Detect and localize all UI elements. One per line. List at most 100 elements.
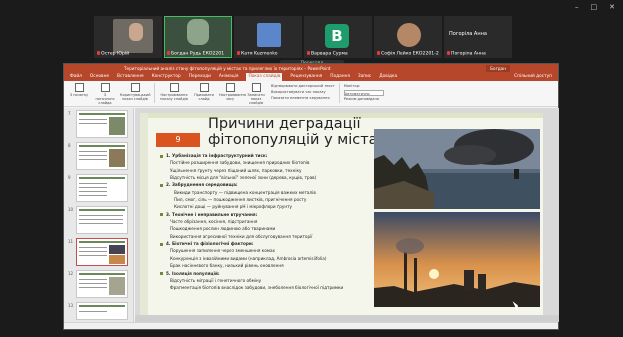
- slide-bullet-item: Відсутність міграції і генетичного обмін…: [160, 277, 370, 284]
- slide-thumbnail-pane: 7 8 9 10 11 12 13: [64, 108, 134, 322]
- monitor-group: Монітор: Автоматично Режим доповідача: [343, 83, 384, 104]
- record-label: Записати показ слайдів: [247, 93, 265, 105]
- participant-name: Софія Лейко ЕКО2201-2: [381, 51, 439, 56]
- from-start-button[interactable]: З початку: [68, 83, 90, 103]
- slide-bullet-item: Ущільнення ґрунту через піщаний шлях, па…: [160, 167, 370, 174]
- participant-tile[interactable]: Остер Юрій: [94, 16, 162, 58]
- slide-bullet-item: Кислотні дощі — руйнування рН і мікрофло…: [160, 203, 370, 210]
- bullet-icon: [160, 154, 163, 158]
- slide-thumbnail[interactable]: 9: [68, 174, 128, 202]
- play-current-icon: [100, 83, 110, 92]
- participant-tile[interactable]: В Варвара Сурма: [304, 16, 372, 58]
- slide-bullet-item: Часте обрізання, косіння, підстригання: [160, 218, 370, 225]
- from-start-label: З початку: [69, 93, 89, 97]
- play-icon: [74, 83, 84, 92]
- participant-tile[interactable]: Софія Лейко ЕКО2201-2: [374, 16, 442, 58]
- slide-line-text: Порушення запилення через зменшення кома…: [170, 248, 275, 254]
- tab-view[interactable]: Подання: [330, 73, 350, 81]
- rehearse-timings-button[interactable]: Настроювання часу: [219, 83, 246, 103]
- account-name[interactable]: Богдан: [486, 65, 510, 72]
- tab-slideshow[interactable]: Показ слайдів: [246, 73, 283, 81]
- hide-slide-label: Приховати слайд: [194, 93, 214, 101]
- slide-line-text: Відсутність міграції і генетичного обмін…: [170, 277, 262, 283]
- thumb-number: 12: [68, 271, 74, 276]
- timer-icon: [225, 83, 235, 92]
- participant-avatar: [397, 23, 421, 47]
- setup-icon: [169, 83, 179, 92]
- tab-home[interactable]: Основне: [90, 73, 109, 81]
- participant-tile[interactable]: Катя Kuzmenko: [234, 16, 302, 58]
- current-slide[interactable]: Причини деградації фітопопуляцій у міста…: [140, 113, 543, 315]
- participant-tile[interactable]: Погоріла Анна Погоріла Анна: [444, 16, 512, 58]
- thumb-number: 13: [68, 303, 74, 308]
- tab-insert[interactable]: Вставлення: [117, 73, 144, 81]
- playback-options: Відтворювати дикторський текст Використо…: [271, 83, 335, 104]
- slide-line-text: Брак насіннєвого банку, низький рівень о…: [170, 263, 284, 269]
- share-button[interactable]: Спільний доступ: [514, 73, 552, 81]
- slide-editing-canvas: Причини деградації фітопопуляцій у міста…: [135, 108, 559, 322]
- slide-bullet-item: Викиди транспорту — підвищена концентрац…: [160, 189, 370, 196]
- status-bar: [64, 322, 558, 329]
- participant-face: [187, 19, 209, 45]
- participant-name: Богдан Рудь ЕКО2201: [171, 51, 225, 56]
- minimize-button[interactable]: –: [575, 3, 579, 11]
- thumb-number: 10: [68, 207, 74, 212]
- slide-line-text: Пил, смог, сіль — пошкодження листків, п…: [174, 197, 307, 203]
- slide-line-text: 4. Біотичні та фізіологічні фактори:: [166, 241, 254, 247]
- participant-name: Варвара Сурма: [311, 51, 348, 56]
- bullet-icon: [160, 242, 163, 246]
- bullet-icon: [160, 183, 163, 187]
- bullet-icon: [160, 213, 163, 217]
- slide-thumbnail-selected[interactable]: 11: [68, 238, 128, 266]
- window-controls: – □ ✕: [575, 3, 615, 11]
- slide-line-text: Конкуренція з інвазійними видами (наприк…: [170, 255, 327, 261]
- setup-label: Настроювання показу слайдів: [160, 93, 188, 101]
- tab-record[interactable]: Запис: [358, 73, 371, 81]
- participant-tile-active-speaker[interactable]: Богдан Рудь ЕКО2201: [164, 16, 232, 58]
- participant-face: [129, 23, 143, 41]
- participant-name: Остер Юрій: [101, 51, 130, 56]
- slide-thumbnail[interactable]: 10: [68, 206, 128, 234]
- slide-line-text: Відсутність місця для "вільної" зеленої …: [170, 175, 317, 181]
- maximize-button[interactable]: □: [591, 3, 598, 11]
- participant-avatar: [257, 23, 281, 47]
- slide-line-text: 1. Урбанізація та інфраструктурний тиск:: [166, 153, 268, 158]
- tab-file[interactable]: Файл: [70, 73, 82, 81]
- slide-bullet-item: Брак насіннєвого банку, низький рівень о…: [160, 262, 370, 269]
- setup-show-button[interactable]: Настроювання показу слайдів: [159, 83, 189, 103]
- slide-section-heading: 2. Забруднення середовища:: [160, 181, 370, 188]
- slide-line-text: Викиди транспорту — підвищена концентрац…: [174, 189, 316, 195]
- slide-thumbnail[interactable]: 7: [68, 110, 128, 138]
- slide-bullet-item: Фрагментація біотопів внаслідок забудови…: [160, 284, 370, 291]
- participant-gallery: Остер Юрій Богдан Рудь ЕКО2201 Катя Kuzm…: [94, 16, 515, 58]
- rehearse-label: Настроювання часу: [219, 93, 246, 101]
- tab-animations[interactable]: Анімація: [219, 73, 239, 81]
- record-icon: [251, 83, 261, 92]
- close-button[interactable]: ✕: [609, 3, 615, 11]
- slide-section-heading: 1. Урбанізація та інфраструктурний тиск:: [160, 152, 370, 159]
- option-controls[interactable]: Показати елементи керування: [271, 95, 335, 101]
- thumb-number: 7: [68, 111, 71, 116]
- monitor-label: Монітор:: [343, 84, 361, 88]
- slide-number-badge: 9: [156, 133, 200, 147]
- mic-muted-icon: [97, 50, 100, 55]
- tab-design[interactable]: Конструктор: [152, 73, 181, 81]
- slide-thumbnail[interactable]: 13: [68, 302, 128, 320]
- slide-thumbnail[interactable]: 12: [68, 270, 128, 298]
- slide-thumbnail[interactable]: 8: [68, 142, 128, 170]
- slide-bullet-item: Пил, смог, сіль — пошкодження листків, п…: [160, 196, 370, 203]
- ribbon-slideshow: З початку З поточного слайда Користуваць…: [64, 81, 558, 107]
- slide-line-text: Кислотні дощі — руйнування рН і мікрофло…: [174, 204, 292, 210]
- presenter-view-checkbox[interactable]: Режим доповідача: [344, 96, 384, 102]
- tab-help[interactable]: Довідка: [379, 73, 397, 81]
- tab-review[interactable]: Рецензування: [290, 73, 322, 81]
- mic-muted-icon: [307, 50, 310, 55]
- slide-line-text: Ущільнення ґрунту через піщаний шлях, па…: [170, 167, 302, 173]
- tab-transitions[interactable]: Переходи: [189, 73, 211, 81]
- custom-show-button[interactable]: Користувацький показ слайдів: [120, 83, 150, 103]
- participant-name: Погоріла Анна: [451, 51, 486, 56]
- record-show-button[interactable]: Записати показ слайдів: [245, 83, 267, 105]
- industrial-sunset-photo: [374, 212, 540, 307]
- hide-slide-button[interactable]: Приховати слайд: [193, 83, 215, 103]
- from-current-button[interactable]: З поточного слайда: [94, 83, 116, 105]
